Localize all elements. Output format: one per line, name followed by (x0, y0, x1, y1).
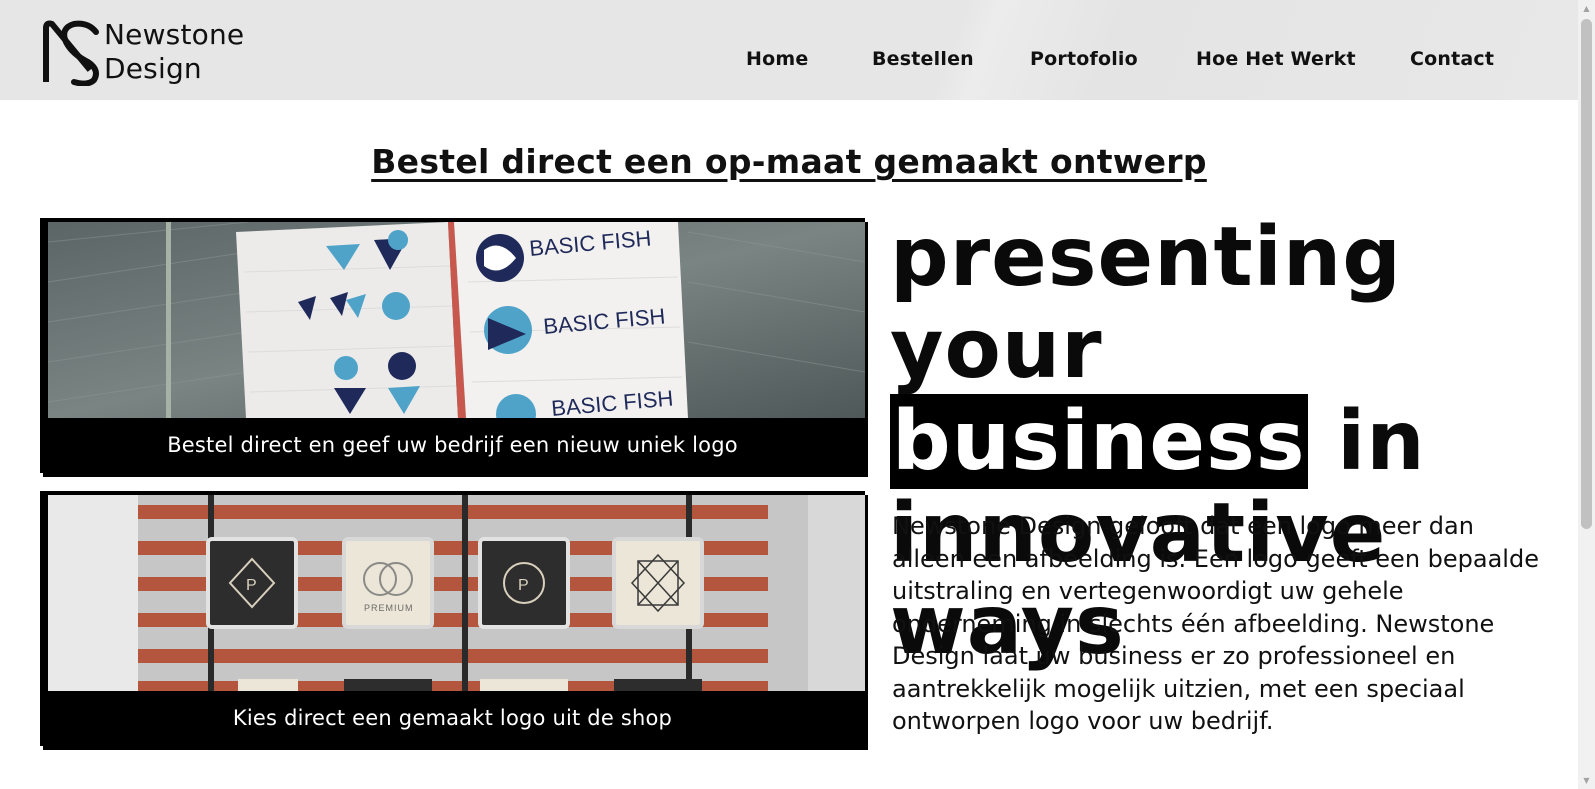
tile-1-letter: P (246, 577, 257, 594)
nav-bestellen[interactable]: Bestellen (872, 48, 974, 70)
main-nav: Home Bestellen Portofolio Hoe Het Werkt … (0, 48, 1578, 78)
hero-highlight: business (890, 394, 1308, 489)
nav-contact[interactable]: Contact (1410, 48, 1494, 70)
hero-line-2-rest: in (1307, 394, 1426, 489)
page-scrollbar[interactable]: ▲ ▼ (1578, 0, 1595, 789)
section-title[interactable]: Bestel direct een op-maat gemaakt ontwer… (0, 142, 1578, 181)
order-custom-logo-caption: Bestel direct en geef uw bedrijf een nie… (167, 433, 738, 457)
order-custom-logo-card[interactable]: BASIC FISH BASIC FISH BASIC FISH Bestel … (40, 218, 865, 473)
hero-line-1: presenting your (890, 210, 1402, 397)
site-header: Newstone Design Home Bestellen Portofoli… (0, 0, 1578, 100)
nav-home[interactable]: Home (746, 48, 808, 70)
notebook-logo-sketches-image: BASIC FISH BASIC FISH BASIC FISH (48, 222, 865, 418)
hero-paragraph: Newstone Design gelooft dat een logo mee… (892, 512, 1539, 735)
logo-display-shelf-image: P PREMIUM P (48, 495, 865, 691)
shop-logo-caption: Kies direct een gemaakt logo uit de shop (232, 706, 673, 730)
scrollbar-thumb[interactable] (1581, 19, 1592, 529)
nav-hoe-het-werkt[interactable]: Hoe Het Werkt (1196, 48, 1356, 70)
tile-2-premium-text: PREMIUM (364, 603, 414, 613)
triangle-up-icon[interactable]: ▲ (1578, 0, 1595, 17)
shop-logo-card[interactable]: P PREMIUM P Kies direct een gemaakt logo… (40, 491, 865, 746)
tile-3-letter: P (518, 577, 529, 594)
triangle-down-icon[interactable]: ▼ (1578, 772, 1595, 789)
nav-portofolio[interactable]: Portofolio (1030, 48, 1138, 70)
brand-name-line1: Newstone (104, 18, 245, 51)
